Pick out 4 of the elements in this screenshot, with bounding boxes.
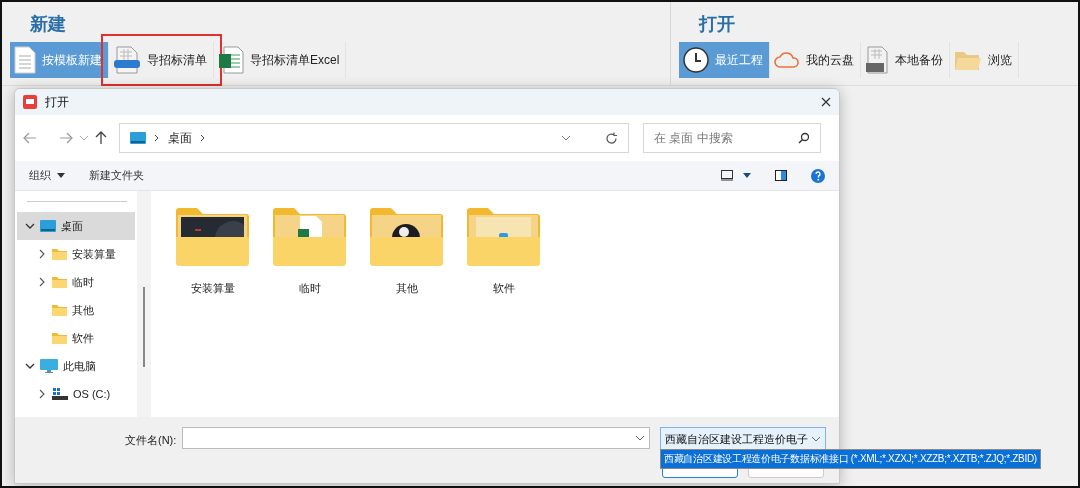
section-title: 新建 <box>29 13 67 36</box>
section-title: 打开 <box>697 13 736 36</box>
field-label: 文件名(N): <box>125 433 177 448</box>
dialog-title: 打开 <box>45 93 70 111</box>
